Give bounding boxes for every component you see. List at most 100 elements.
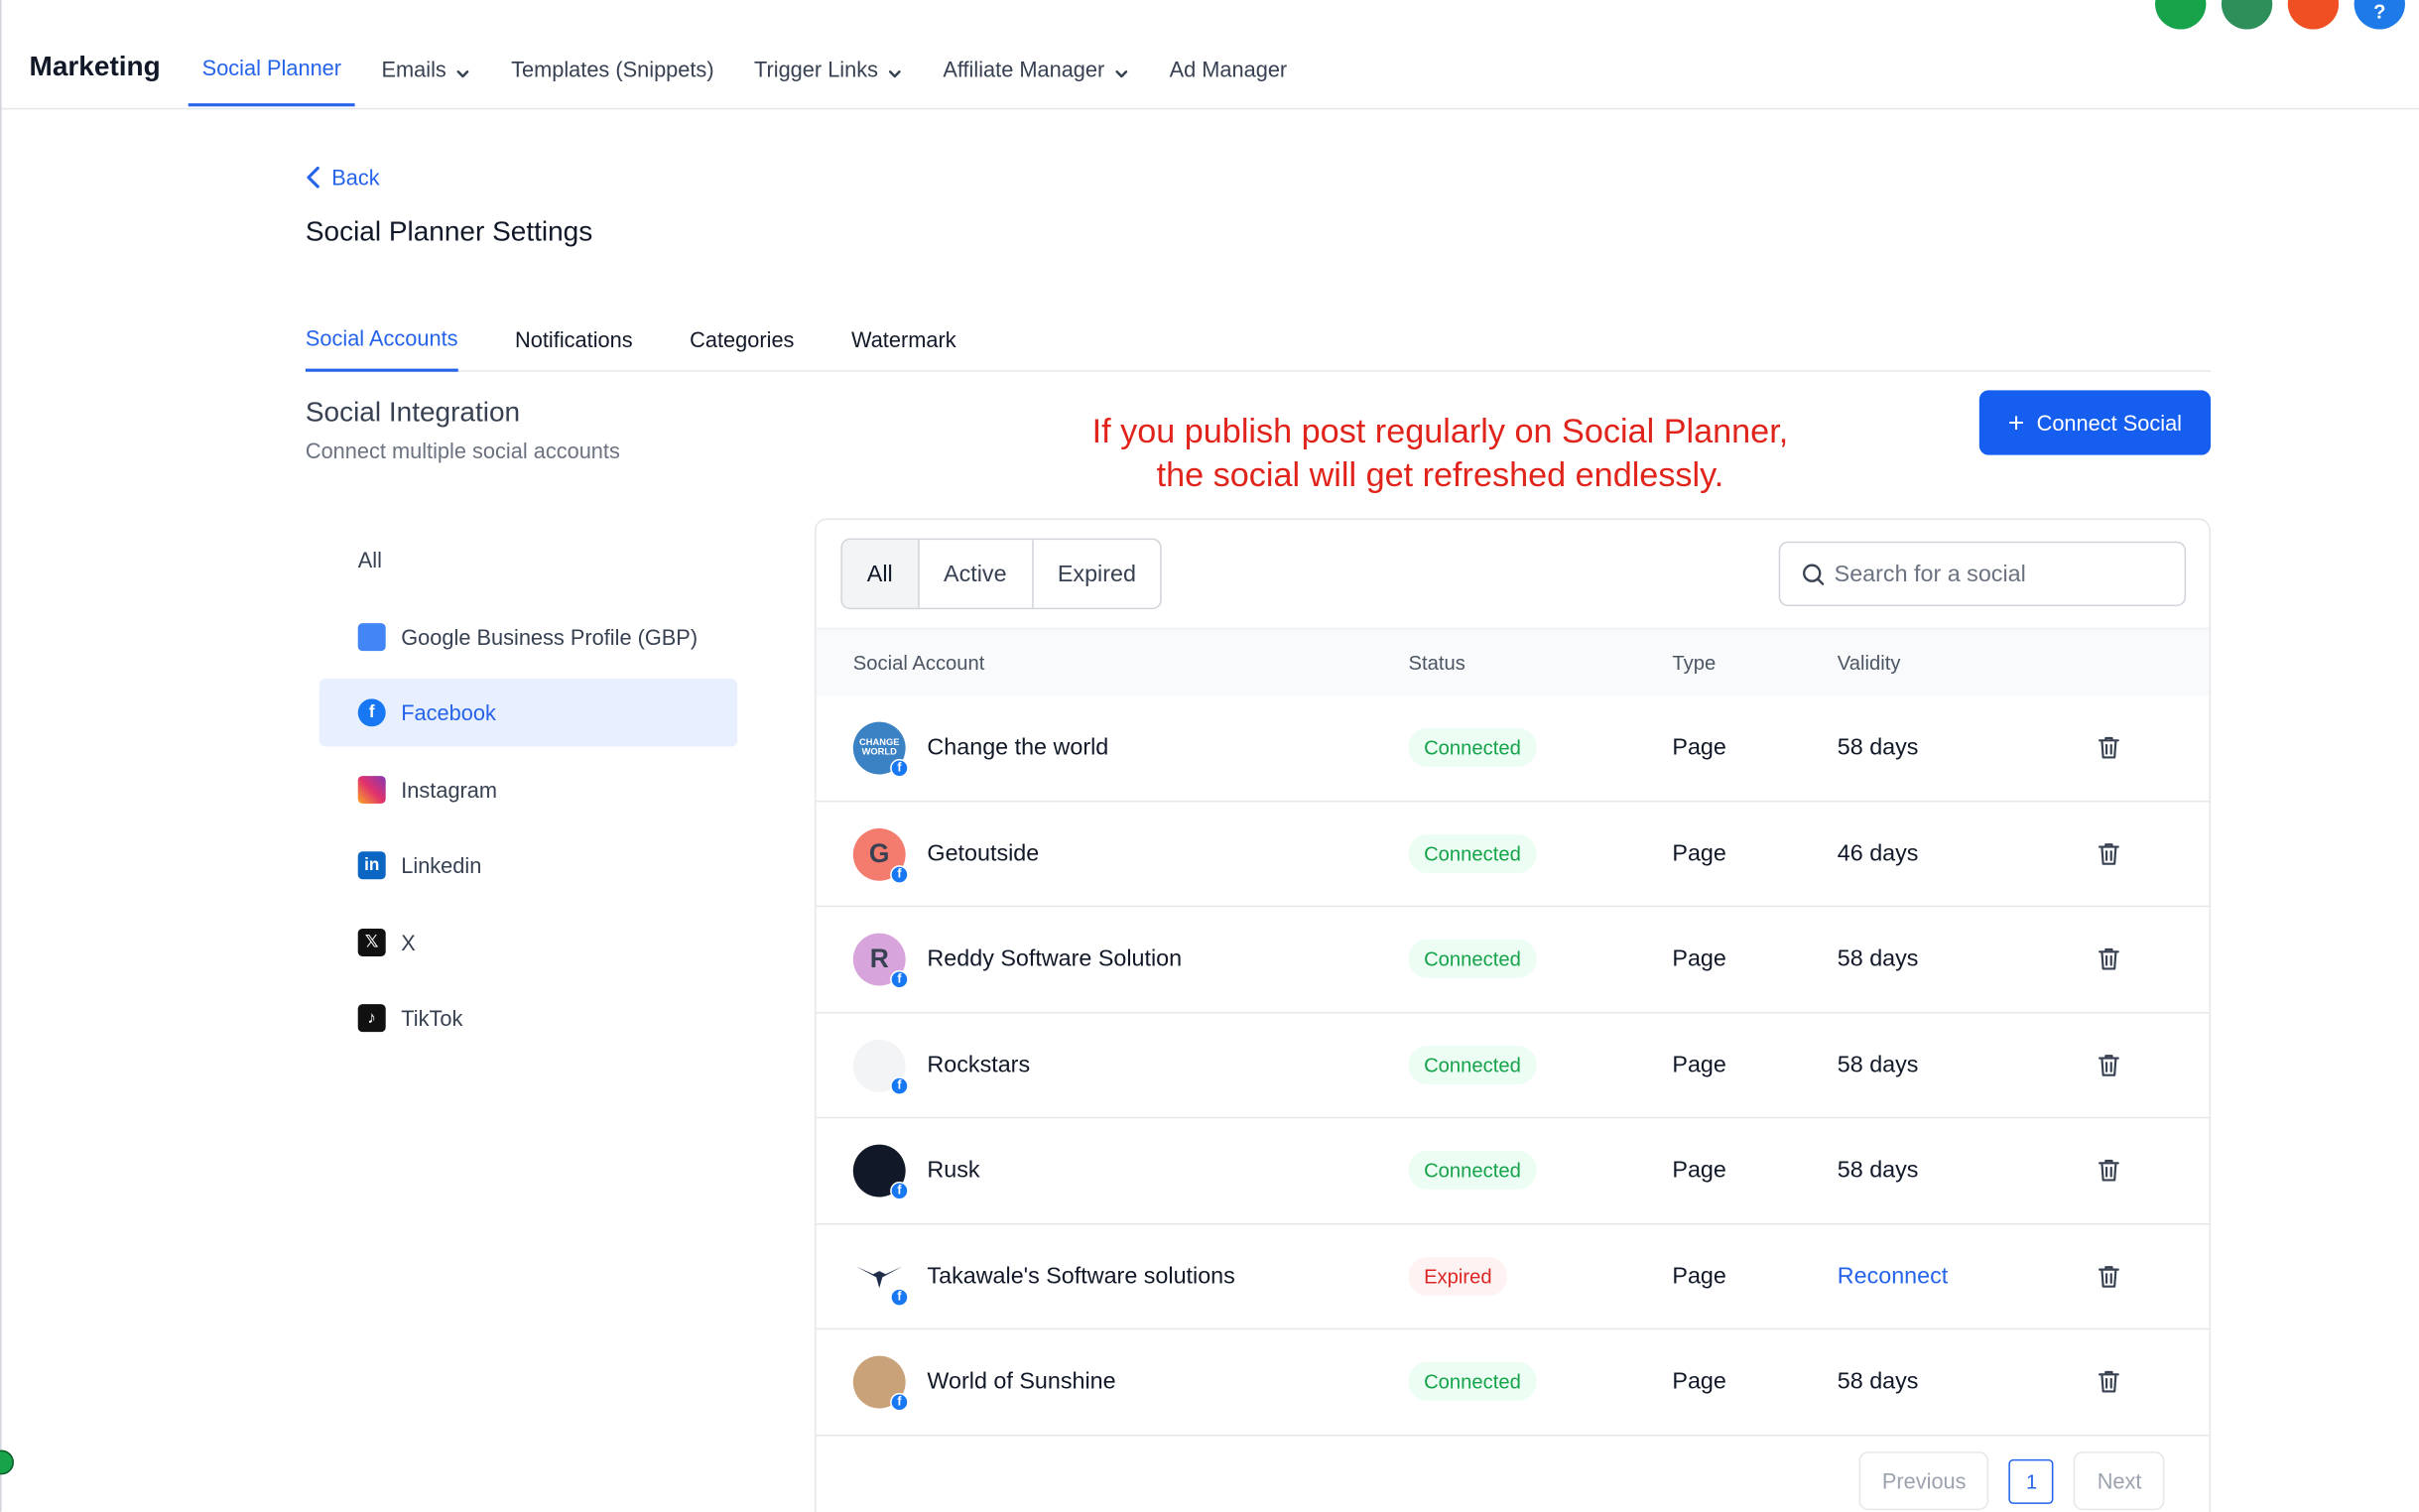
platform-item-facebook[interactable]: f Facebook: [318, 679, 738, 747]
trash-icon[interactable]: [2097, 1368, 2121, 1402]
column-header-validity: Validity: [1837, 651, 1901, 675]
connect-social-label: Connect Social: [2036, 410, 2183, 436]
nav-item-label: Trigger Links: [754, 56, 879, 81]
trash-icon[interactable]: [2097, 1157, 2121, 1191]
trash-icon[interactable]: [2097, 840, 2121, 874]
page-title: Social Planner Settings: [305, 215, 593, 247]
bell-icon[interactable]: [2287, 0, 2340, 30]
platform-item-instagram[interactable]: Instagram: [319, 755, 737, 822]
platform-item-label: Linkedin: [401, 852, 482, 878]
status-badge: Connected: [1408, 833, 1537, 873]
reconnect-link[interactable]: Reconnect: [1838, 1263, 1949, 1289]
help-icon[interactable]: ?: [2354, 0, 2405, 30]
status-filter-group: All Active Expired: [840, 538, 1163, 610]
status-badge: Connected: [1408, 728, 1537, 768]
trash-icon[interactable]: [2097, 734, 2121, 768]
platform-item-all[interactable]: All: [319, 526, 737, 593]
facebook-badge-icon: f: [890, 1181, 909, 1200]
nav-item-social-planner[interactable]: Social Planner: [188, 0, 356, 107]
tab-watermark[interactable]: Watermark: [851, 306, 956, 372]
account-avatar: Rf: [852, 933, 909, 989]
platform-item-label: X: [401, 929, 416, 954]
status-badge: Connected: [1408, 940, 1537, 979]
account-type: Page: [1672, 1262, 1726, 1290]
annotation-text: If you publish post regularly on Social …: [989, 411, 1892, 497]
plus-icon: +: [2007, 407, 2025, 439]
nav-item-label: Emails: [381, 56, 446, 81]
tab-notifications[interactable]: Notifications: [515, 306, 633, 372]
platform-item-x[interactable]: 𝕏X: [319, 908, 737, 975]
validity-value: 58 days: [1837, 1051, 1919, 1078]
page-number-button[interactable]: 1: [2009, 1458, 2055, 1504]
facebook-badge-icon: f: [890, 758, 909, 778]
account-avatar: CHANGE WORLD f: [852, 721, 909, 778]
trash-icon[interactable]: [2097, 1263, 2121, 1297]
validity-value: 58 days: [1837, 1368, 1919, 1395]
megaphone-icon[interactable]: [2221, 0, 2273, 30]
table-body: CHANGE WORLD f Change the world Connected Pa…: [816, 695, 2210, 1436]
table-header: Social Account Status Type Validity: [816, 627, 2210, 696]
platform-item-tiktok[interactable]: ♪ TikTok: [319, 984, 737, 1052]
platform-item-linkedin[interactable]: in Linkedin: [319, 831, 737, 899]
account-avatar: f: [852, 1144, 909, 1200]
nav-item-trigger-links[interactable]: Trigger Links: [740, 0, 917, 106]
status-badge: Connected: [1408, 1151, 1537, 1191]
account-name: Reddy Software Solution: [927, 945, 1183, 972]
linkedin-icon: in: [357, 851, 386, 880]
table-row: CHANGE WORLD f Change the world Connected Pa…: [816, 695, 2210, 802]
top-navigation: Marketing Social Planner Emails Templates …: [1, 0, 2419, 110]
platform-item-label: Facebook: [401, 699, 496, 725]
table-row: f Rusk Connected Page 58 days: [816, 1118, 2210, 1224]
platform-item-label: Google Business Profile (GBP): [401, 623, 699, 649]
nav-item-emails[interactable]: Emails: [367, 0, 484, 106]
account-type: Page: [1672, 945, 1726, 972]
table-row: f Rockstars Connected Page 58 days: [816, 1013, 2210, 1119]
column-header-status: Status: [1408, 651, 1465, 675]
connect-social-button[interactable]: + Connect Social: [1978, 390, 2212, 455]
back-link[interactable]: Back: [306, 165, 380, 189]
search-input[interactable]: [1834, 561, 2174, 587]
status-badge: Expired: [1408, 1256, 1508, 1296]
status-dot-icon: [0, 1449, 14, 1475]
platform-item-label: Instagram: [401, 776, 498, 802]
validity-value: 46 days: [1837, 839, 1919, 867]
column-header-type: Type: [1672, 651, 1717, 675]
table-row: Gf Getoutside Connected Page 46 days: [816, 802, 2210, 908]
filter-all-button[interactable]: All: [841, 540, 920, 608]
facebook-badge-icon: f: [890, 1287, 909, 1307]
tiktok-icon: ♪: [357, 1004, 386, 1033]
account-avatar: f: [852, 1039, 909, 1095]
validity-value: 58 days: [1837, 1157, 1919, 1184]
tab-categories[interactable]: Categories: [690, 306, 794, 372]
nav-item-affiliate-manager[interactable]: Affiliate Manager: [929, 0, 1143, 106]
previous-page-button[interactable]: Previous: [1858, 1451, 1989, 1511]
platform-filter-list: All Google Business Profile (GBP) f Faceboo…: [318, 526, 738, 1061]
account-type: Page: [1672, 1157, 1726, 1184]
nav-items: Social Planner Emails Templates (Snippets)…: [188, 0, 1314, 109]
facebook-badge-icon: f: [890, 864, 909, 884]
search-box[interactable]: [1778, 541, 2187, 607]
trash-icon[interactable]: [2097, 1052, 2121, 1085]
search-icon: [1803, 563, 1825, 585]
chevron-down-icon: [455, 61, 471, 77]
filter-expired-button[interactable]: Expired: [1033, 540, 1161, 607]
table-row: f Takawale's Software solutions Expired Pag…: [816, 1224, 2210, 1330]
nav-item-label: Affiliate Manager: [943, 56, 1105, 81]
tab-social-accounts[interactable]: Social Accounts: [305, 306, 458, 372]
platform-item-google-business-profile-gbp[interactable]: Google Business Profile (GBP): [319, 602, 737, 670]
account-type: Page: [1672, 839, 1726, 867]
next-page-button[interactable]: Next: [2074, 1451, 2165, 1511]
section-subtitle: Connect multiple social accounts: [305, 438, 620, 463]
pagination: Previous 1 Next: [1858, 1451, 2165, 1511]
nav-item-label: Social Planner: [201, 55, 342, 80]
trash-icon[interactable]: [2097, 945, 2121, 979]
chevron-down-icon: [887, 61, 903, 77]
phone-icon[interactable]: [2155, 0, 2207, 30]
nav-item-ad-manager[interactable]: Ad Manager: [1156, 0, 1302, 106]
account-type: Page: [1672, 1368, 1726, 1395]
nav-item-templates-snippets[interactable]: Templates (Snippets): [497, 0, 727, 106]
account-avatar: f: [852, 1355, 909, 1412]
facebook-badge-icon: f: [890, 1392, 909, 1412]
account-avatar: f: [852, 1250, 909, 1307]
filter-active-button[interactable]: Active: [919, 540, 1033, 608]
